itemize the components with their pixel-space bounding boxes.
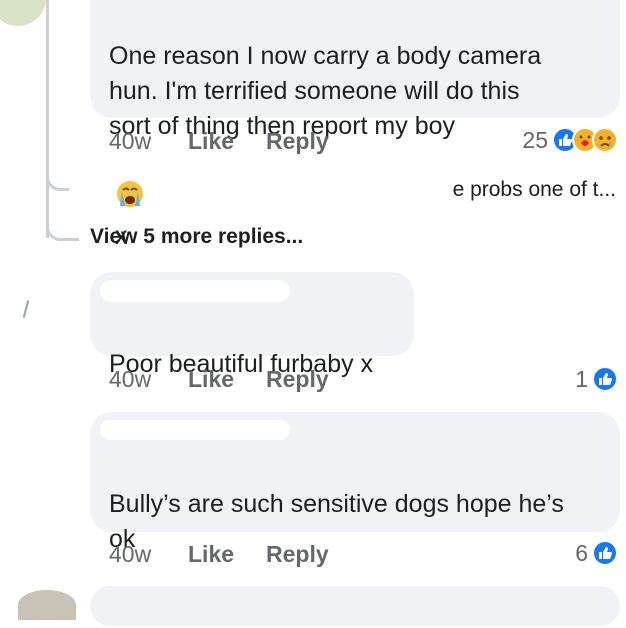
reply-preview[interactable]: e probs one of t...: [453, 178, 616, 202]
comment-bubble: [90, 586, 620, 626]
reactions-count: 1: [575, 365, 588, 392]
redacted-author: [100, 280, 290, 302]
like-icon: [592, 540, 618, 566]
reactions-summary[interactable]: 1: [575, 364, 618, 394]
avatar[interactable]: [18, 590, 76, 620]
comment-age[interactable]: 40w: [109, 128, 151, 155]
comment-body: Bully’s are such sensitive dogs hope he’…: [109, 490, 564, 553]
thread-line: [46, 0, 49, 238]
divider-mark: [22, 300, 30, 318]
like-icon: [592, 366, 618, 392]
reply-button[interactable]: Reply: [266, 366, 329, 393]
crying-face-icon: [115, 144, 145, 219]
sad-icon: [592, 127, 618, 153]
redacted-author: [100, 420, 290, 440]
reactions-count: 25: [522, 126, 548, 153]
view-more-label: View 5 more replies...: [90, 225, 304, 248]
reactions-count: 6: [575, 539, 588, 566]
comment-age[interactable]: 40w: [109, 366, 151, 393]
comment-body: One reason I now carry a body camera hun…: [109, 42, 542, 140]
comment-age[interactable]: 40w: [109, 541, 151, 568]
reply-preview-text: e probs one of t...: [452, 178, 616, 201]
reactions-summary[interactable]: 6: [575, 538, 618, 568]
like-button[interactable]: Like: [188, 128, 234, 155]
avatar[interactable]: [0, 0, 46, 26]
reply-button[interactable]: Reply: [266, 128, 329, 155]
view-more-replies-link[interactable]: View 5 more replies...: [90, 225, 303, 249]
thread-branch: [46, 160, 69, 191]
like-button[interactable]: Like: [188, 541, 234, 568]
like-button[interactable]: Like: [188, 366, 234, 393]
reply-button[interactable]: Reply: [266, 541, 329, 568]
reactions-summary[interactable]: 25: [522, 125, 618, 155]
thread-branch: [46, 210, 79, 241]
